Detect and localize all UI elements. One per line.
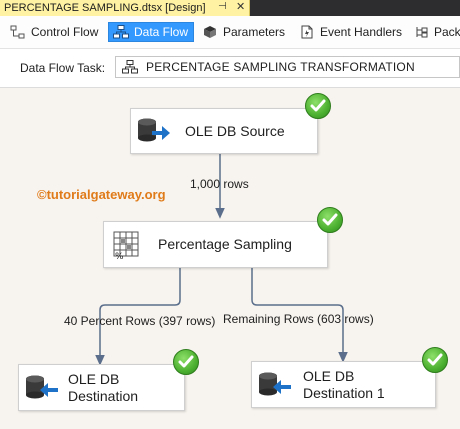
pin-icon[interactable]: ⊣ (218, 1, 227, 12)
percentage-sampling-label: Percentage Sampling (158, 236, 292, 252)
ole-db-source-label: OLE DB Source (185, 122, 285, 139)
path-label-sampling-to-destination1: Remaining Rows (603 rows) (223, 312, 374, 326)
path-label-source-to-sampling: 1,000 rows (190, 177, 249, 191)
tab-parameters[interactable]: Parameters (198, 22, 285, 42)
ole-db-destination-component[interactable]: OLE DB Destination (18, 364, 185, 411)
path-label-sampling-to-destination: 40 Percent Rows (397 rows) (64, 314, 216, 328)
tab-package-explorer-label: Pack (434, 25, 460, 39)
document-tab-title: PERCENTAGE SAMPLING.dtsx [Design] (4, 2, 206, 14)
ole-db-source-component[interactable]: OLE DB Source (130, 108, 318, 154)
success-check-icon (422, 347, 448, 373)
ole-db-destination-1-component[interactable]: OLE DB Destination 1 (251, 361, 436, 408)
ole-db-destination-1-label-line1: OLE DB (303, 367, 355, 384)
tab-data-flow-label: Data Flow (134, 25, 189, 39)
tab-control-flow[interactable]: Control Flow (6, 22, 98, 42)
data-flow-icon (113, 25, 129, 39)
ole-db-destination-icon (24, 373, 60, 403)
document-tab-bar: PERCENTAGE SAMPLING.dtsx [Design] ⊣ ✕ (0, 0, 460, 16)
ole-db-destination-1-label-line2: Destination 1 (303, 384, 385, 401)
tab-control-flow-label: Control Flow (31, 25, 99, 39)
data-flow-canvas[interactable]: ©tutorialgateway.org OLE DB Source 1,000… (0, 88, 460, 429)
package-explorer-icon (413, 25, 429, 39)
percentage-sampling-icon: % (111, 229, 143, 262)
data-flow-task-icon (122, 60, 138, 74)
ole-db-destination-icon (257, 370, 293, 400)
success-check-icon (305, 93, 331, 119)
event-handlers-icon (299, 25, 315, 39)
ole-db-destination-1-label: OLE DB Destination 1 (303, 368, 385, 402)
close-icon[interactable]: ✕ (236, 0, 245, 13)
percentage-sampling-component[interactable]: % Percentage Sampling (103, 221, 328, 268)
tab-event-handlers-label: Event Handlers (320, 25, 403, 39)
tab-data-flow[interactable]: Data Flow (108, 22, 195, 42)
parameters-icon (202, 25, 218, 39)
data-flow-task-select[interactable]: PERCENTAGE SAMPLING TRANSFORMATION (115, 56, 460, 78)
designer-tabs: Control Flow Data Flow Parameters Event … (0, 16, 460, 49)
data-flow-task-label: Data Flow Task: (20, 61, 106, 75)
document-tab[interactable]: PERCENTAGE SAMPLING.dtsx [Design] ⊣ ✕ (0, 0, 250, 16)
tab-parameters-label: Parameters (223, 25, 286, 39)
tab-event-handlers[interactable]: Event Handlers (295, 22, 402, 42)
data-flow-task-row: Data Flow Task: PERCENTAGE SAMPLING TRAN… (0, 49, 460, 88)
ole-db-destination-label-line2: Destination (68, 387, 139, 404)
watermark: ©tutorialgateway.org (37, 187, 166, 202)
success-check-icon (317, 207, 343, 233)
ole-db-source-icon (136, 116, 172, 146)
control-flow-icon (10, 25, 26, 39)
success-check-icon (173, 349, 199, 375)
ole-db-destination-label-line1: OLE DB (68, 370, 120, 387)
data-flow-task-value: PERCENTAGE SAMPLING TRANSFORMATION (146, 60, 415, 74)
ole-db-destination-label: OLE DB Destination (68, 371, 138, 405)
svg-text:%: % (115, 252, 124, 261)
tab-package-explorer[interactable]: Pack (409, 22, 460, 42)
